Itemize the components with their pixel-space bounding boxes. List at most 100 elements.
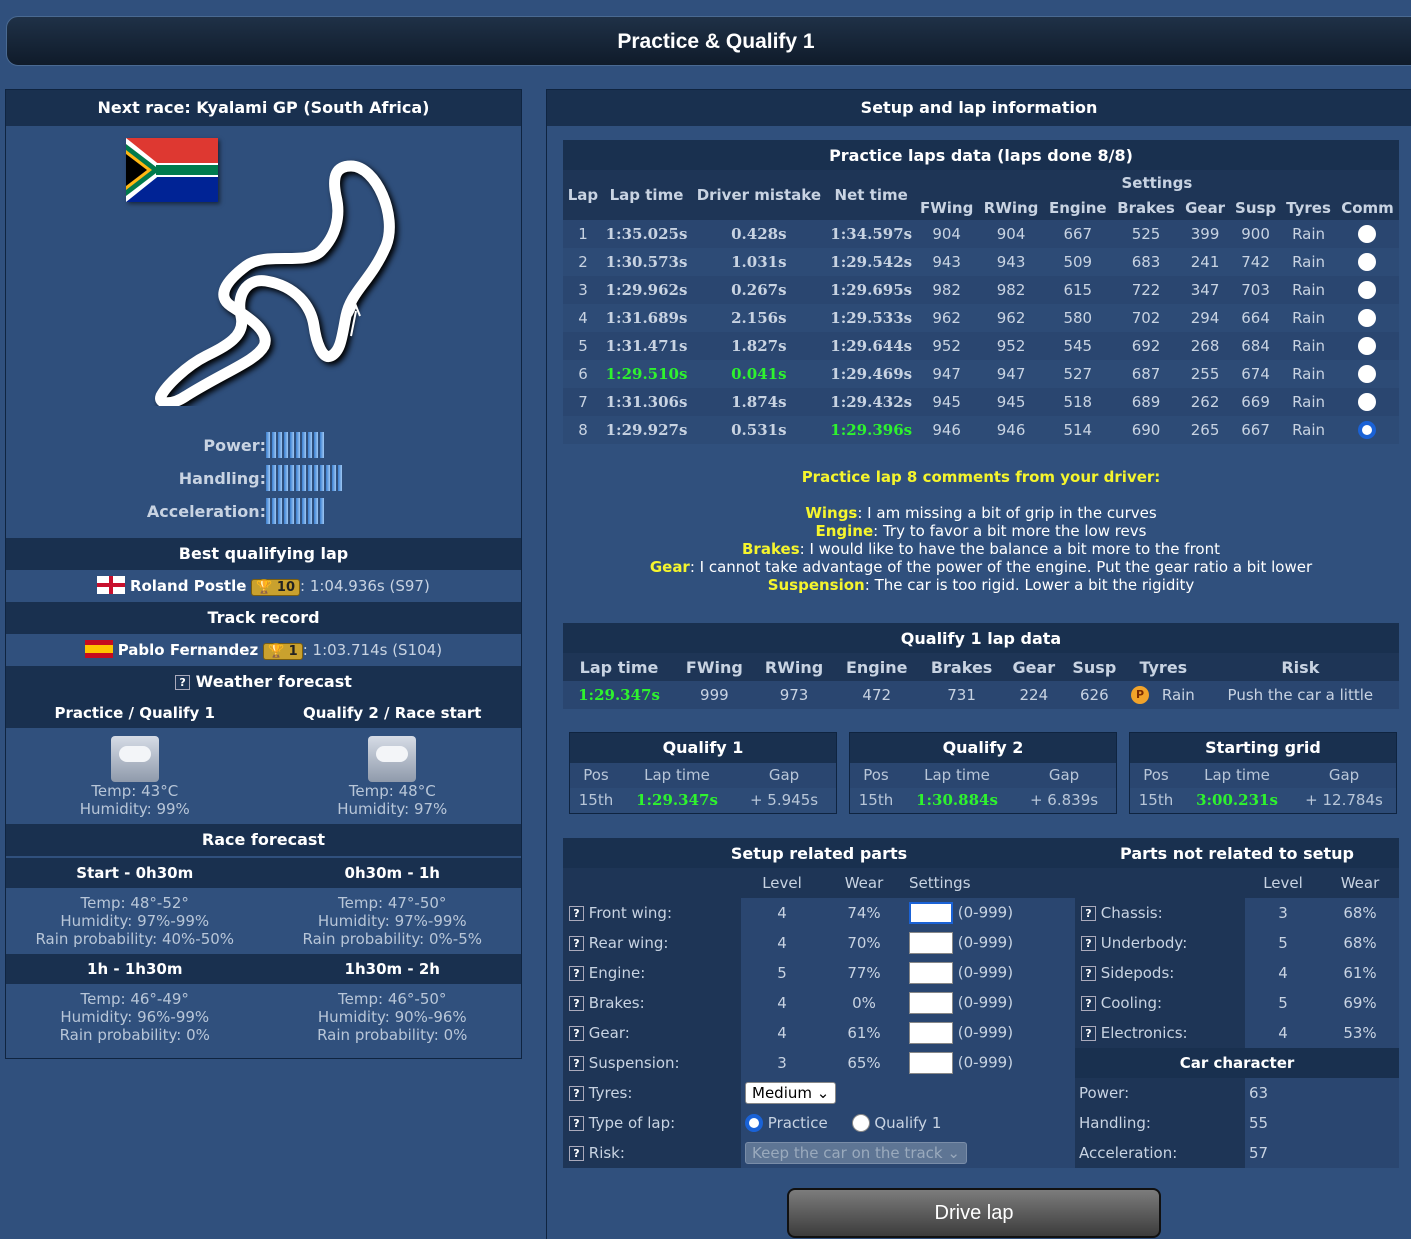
- qualify1-lap-title: Qualify 1 lap data: [563, 623, 1399, 653]
- col-pos: Pos: [1143, 766, 1169, 784]
- comment-radio[interactable]: [1358, 253, 1377, 272]
- col-tyres: Tyres: [1286, 198, 1331, 217]
- setting-input[interactable]: [909, 1052, 953, 1074]
- lap-cell: 4: [578, 309, 588, 327]
- help-icon[interactable]: ?: [569, 1146, 584, 1161]
- help-icon[interactable]: ?: [1081, 996, 1096, 1011]
- practice-radio[interactable]: [745, 1114, 763, 1133]
- part-label: Front wing:: [588, 904, 673, 922]
- stat-bar: [320, 465, 324, 491]
- help-icon[interactable]: ?: [569, 906, 584, 921]
- tyres-label: Tyres:: [588, 1084, 633, 1102]
- part-wear: 65%: [823, 1048, 905, 1078]
- grid-title: Qualify 1: [570, 733, 836, 763]
- stat-bar: [284, 432, 288, 458]
- comment-radio[interactable]: [1358, 225, 1377, 244]
- stat-bar: [338, 465, 342, 491]
- lap-cell: 667: [1241, 421, 1270, 439]
- forecast-temp: Temp: 48°-52°: [80, 894, 189, 912]
- practice-laps-table: Practice laps data (laps done 8/8) Lap L…: [563, 140, 1399, 444]
- help-icon[interactable]: ?: [569, 996, 584, 1011]
- help-icon[interactable]: ?: [569, 1026, 584, 1041]
- part-level: 4: [741, 988, 823, 1018]
- col-susp: Susp: [1235, 198, 1277, 217]
- help-icon[interactable]: ?: [569, 966, 584, 981]
- forecast-temp: Temp: 47°-50°: [338, 894, 447, 912]
- lap-row: 6 1:29.510s 0.041s 1:29.469s 947 947 527 687 255…: [563, 360, 1399, 388]
- comment-line: Engine: Try to favor a bit more the low …: [815, 522, 1147, 540]
- lap-cell: 1:29.469s: [830, 365, 913, 383]
- stat-bar: [302, 432, 306, 458]
- lap-cell: 1: [578, 225, 588, 243]
- part-label: Suspension:: [588, 1054, 680, 1072]
- setting-input[interactable]: [909, 992, 953, 1014]
- drive-lap-button[interactable]: Drive lap: [787, 1188, 1161, 1238]
- part-label: Engine:: [588, 964, 646, 982]
- lap-cell: 265: [1190, 421, 1220, 439]
- col-laptime: Lap time: [644, 766, 710, 784]
- lap-cell: 8: [578, 421, 588, 439]
- lap-cell: 1.031s: [731, 253, 787, 271]
- setting-input[interactable]: [909, 932, 953, 954]
- col-pos: Pos: [863, 766, 889, 784]
- comment-radio[interactable]: [1358, 421, 1377, 440]
- help-icon[interactable]: ?: [175, 675, 191, 690]
- part-level: 4: [741, 928, 823, 958]
- help-icon[interactable]: ?: [569, 1086, 584, 1101]
- col-susp: Susp: [1072, 657, 1117, 677]
- grid-box: Qualify 2 Pos Lap time Gap 15th 1:30.884s + 6.…: [849, 732, 1117, 814]
- nonsetup-parts-title: Parts not related to setup: [1120, 843, 1354, 863]
- stat-bar: [314, 432, 318, 458]
- weather-col-head-1: Practice / Qualify 1: [54, 704, 215, 722]
- lap-cell: 527: [1063, 365, 1093, 383]
- lap-cell: 1:31.306s: [605, 393, 688, 411]
- lap-cell: 962: [932, 309, 961, 327]
- lap-cell: 742: [1241, 253, 1270, 271]
- comment-radio[interactable]: [1358, 309, 1377, 328]
- col-brakes: Brakes: [930, 657, 993, 677]
- qualify-radio[interactable]: [851, 1114, 870, 1133]
- q1-susp: 626: [1063, 681, 1125, 709]
- setting-input[interactable]: [909, 962, 953, 984]
- stat-bar: [308, 432, 312, 458]
- help-icon[interactable]: ?: [1081, 966, 1096, 981]
- help-icon[interactable]: ?: [569, 1116, 584, 1131]
- lap-cell: 580: [1063, 309, 1093, 327]
- col-gap: Gap: [768, 766, 800, 784]
- part-level: 4: [741, 898, 823, 928]
- driver-name[interactable]: Roland Postle: [130, 577, 246, 595]
- help-icon[interactable]: ?: [1081, 1026, 1096, 1041]
- forecast-rain: Rain probability: 0%: [59, 1026, 210, 1044]
- col-laptime: Lap time: [609, 186, 684, 204]
- forecast-period: 1h - 1h30m: [87, 960, 183, 978]
- grid-gap: + 12.784s: [1305, 791, 1383, 809]
- comment-radio[interactable]: [1358, 365, 1377, 384]
- lap-cell: 952: [996, 337, 1026, 355]
- forecast-humidity: Humidity: 97%-99%: [317, 912, 467, 930]
- character-value: 57: [1245, 1138, 1399, 1168]
- character-label: Power:: [1075, 1078, 1245, 1108]
- q1-rwing: 973: [753, 681, 835, 709]
- comment-radio[interactable]: [1358, 337, 1377, 356]
- stat-bar: [326, 465, 330, 491]
- character-label: Acceleration:: [1075, 1138, 1245, 1168]
- comment-radio[interactable]: [1358, 281, 1377, 300]
- setting-input[interactable]: [909, 1022, 953, 1044]
- col-tyres: Tyres: [1139, 657, 1188, 677]
- col-rwing: RWing: [983, 198, 1039, 217]
- lap-cell: 945: [932, 393, 961, 411]
- risk-select[interactable]: Keep the car on the track ⌄: [745, 1142, 967, 1164]
- part-level: 4: [741, 1018, 823, 1048]
- forecast-period: 0h30m - 1h: [344, 864, 440, 882]
- driver-name[interactable]: Pablo Fernandez: [118, 641, 258, 659]
- help-icon[interactable]: ?: [1081, 936, 1096, 951]
- power-bars: [266, 432, 324, 458]
- practice-laps-title: Practice laps data (laps done 8/8): [563, 140, 1399, 170]
- help-icon[interactable]: ?: [569, 936, 584, 951]
- help-icon[interactable]: ?: [1081, 906, 1096, 921]
- help-icon[interactable]: ?: [569, 1056, 584, 1071]
- lap-cell: 1:29.962s: [605, 281, 688, 299]
- tyres-select[interactable]: Medium ⌄: [745, 1082, 837, 1104]
- setting-input[interactable]: [909, 902, 953, 924]
- comment-radio[interactable]: [1358, 393, 1377, 412]
